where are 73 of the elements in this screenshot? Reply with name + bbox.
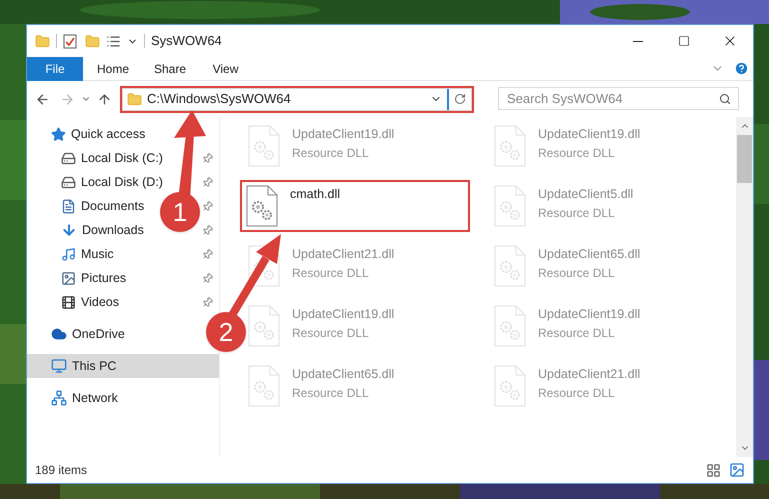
- nav-item[interactable]: OneDrive: [51, 324, 125, 344]
- file-type: Resource DLL: [538, 324, 616, 342]
- drive-icon: [61, 150, 76, 166]
- item-count: 189 items: [35, 462, 88, 479]
- file-name: cmath.dll: [290, 186, 340, 203]
- dll-file-icon: [248, 305, 280, 347]
- file-name: UpdateClient5.dll: [538, 186, 634, 203]
- picture-icon: [61, 270, 76, 286]
- ribbon-tab[interactable]: File: [27, 56, 83, 80]
- file-name: UpdateClient19.dll: [538, 306, 640, 323]
- file-type: Resource DLL: [292, 324, 370, 342]
- drive-icon: [61, 174, 76, 190]
- ribbon-tab[interactable]: Home: [83, 56, 140, 80]
- monitor-icon: [51, 358, 67, 374]
- window-title: SysWOW64: [151, 32, 222, 50]
- file-type: Resource DLL: [292, 384, 370, 402]
- nav-item[interactable]: Network: [51, 388, 118, 408]
- ribbon-tab[interactable]: View: [197, 56, 254, 80]
- network-icon: [51, 390, 67, 406]
- address-path: C:\Windows\SysWOW64: [147, 90, 292, 108]
- cloud-icon: [51, 326, 67, 342]
- nav-item[interactable]: Local Disk (D:): [61, 172, 163, 192]
- dll-file-icon: [494, 125, 526, 167]
- refresh-icon[interactable]: [454, 93, 466, 105]
- nav-item[interactable]: Music: [61, 244, 114, 264]
- nav-item[interactable]: Pictures: [61, 268, 126, 288]
- file-name: UpdateClient21.dll: [292, 246, 394, 263]
- scrollbar-thumb[interactable]: [737, 135, 752, 183]
- large-icons-view-icon[interactable]: [729, 462, 745, 478]
- file-type: Resource DLL: [538, 204, 616, 222]
- star-icon: [51, 126, 66, 142]
- nav-item[interactable]: This PC: [51, 356, 116, 376]
- film-icon: [61, 294, 76, 310]
- help-icon[interactable]: [734, 61, 749, 76]
- back-icon[interactable]: [35, 92, 50, 106]
- file-type: Resource DLL: [292, 264, 370, 282]
- dll-file-icon: [494, 305, 526, 347]
- dll-file-icon: [494, 365, 526, 407]
- file-type: Resource DLL: [538, 384, 616, 402]
- file-name: UpdateClient19.dll: [538, 126, 640, 143]
- file-name: UpdateClient65.dll: [292, 366, 394, 383]
- dll-file-icon: [494, 245, 526, 287]
- dll-file-icon: [246, 185, 278, 227]
- nav-item[interactable]: Local Disk (C:): [61, 148, 163, 168]
- file-item[interactable]: cmath.dll: [242, 182, 468, 230]
- dll-file-icon: [248, 125, 280, 167]
- checklist-icon[interactable]: [63, 34, 77, 48]
- scrollbar[interactable]: [736, 117, 753, 457]
- minimize-icon: [633, 40, 643, 42]
- ribbon-tab[interactable]: Share: [140, 56, 197, 80]
- search-icon[interactable]: [719, 93, 731, 105]
- folder-icon: [127, 92, 142, 106]
- dll-file-icon: [494, 185, 526, 227]
- document-icon: [61, 198, 76, 214]
- music-note-icon: [61, 246, 76, 262]
- file-type: Resource DLL: [292, 144, 370, 162]
- details-view-icon[interactable]: [706, 462, 721, 478]
- properties-icon[interactable]: [106, 34, 121, 48]
- nav-item[interactable]: Videos: [61, 292, 119, 312]
- dll-file-icon: [248, 365, 280, 407]
- up-icon[interactable]: [97, 92, 112, 106]
- maximize-icon: [678, 35, 690, 47]
- nav-item[interactable]: Downloads: [61, 220, 144, 240]
- search-field[interactable]: Search SysWOW64: [498, 87, 739, 110]
- address-field[interactable]: C:\Windows\SysWOW64: [122, 88, 472, 110]
- nav-item[interactable]: Quick access: [51, 124, 146, 144]
- nav-item[interactable]: Documents: [61, 196, 144, 216]
- file-name: UpdateClient19.dll: [292, 126, 394, 143]
- file-name: UpdateClient19.dll: [292, 306, 394, 323]
- file-type: Resource DLL: [538, 264, 616, 282]
- file-type: Resource DLL: [538, 144, 616, 162]
- file-name: UpdateClient21.dll: [538, 366, 640, 383]
- file-name: UpdateClient65.dll: [538, 246, 640, 263]
